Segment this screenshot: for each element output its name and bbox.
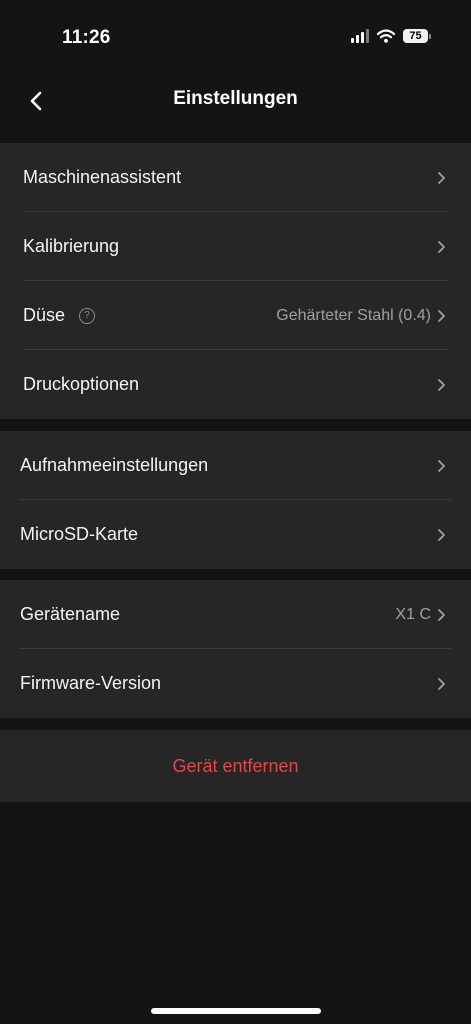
row-kalibrierung[interactable]: Kalibrierung bbox=[0, 212, 471, 281]
row-microsd-karte[interactable]: MicroSD-Karte bbox=[0, 500, 471, 569]
row-aufnahmeeinstellungen[interactable]: Aufnahmeeinstellungen bbox=[0, 431, 471, 500]
device-name-value: X1 C bbox=[395, 605, 431, 623]
remove-device-label: Gerät entfernen bbox=[172, 755, 299, 776]
settings-group-storage: Aufnahmeeinstellungen MicroSD-Karte bbox=[0, 431, 471, 569]
row-duese[interactable]: Düse ? Gehärteter Stahl (0.4) bbox=[0, 281, 471, 350]
chevron-right-icon bbox=[438, 310, 445, 322]
row-label: Düse bbox=[23, 305, 66, 325]
row-label: Kalibrierung bbox=[23, 236, 120, 256]
row-label: Druckoptionen bbox=[23, 374, 140, 394]
row-druckoptionen[interactable]: Druckoptionen bbox=[0, 350, 471, 419]
chevron-right-icon bbox=[438, 529, 445, 541]
battery-level: 75 bbox=[403, 29, 428, 43]
row-label: Firmware-Version bbox=[20, 673, 162, 693]
page-title: Einstellungen bbox=[173, 88, 298, 109]
battery-icon: 75 bbox=[403, 29, 431, 43]
nozzle-value: Gehärteter Stahl (0.4) bbox=[276, 306, 431, 324]
remove-device-button[interactable]: Gerät entfernen bbox=[0, 730, 471, 802]
wifi-icon bbox=[377, 29, 395, 43]
settings-group-machine: Maschinenassistent Kalibrierung Düse ? G… bbox=[0, 143, 471, 419]
home-indicator[interactable] bbox=[151, 1008, 321, 1014]
row-firmware-version[interactable]: Firmware-Version bbox=[0, 649, 471, 718]
settings-group-device: Gerätename X1 C Firmware-Version bbox=[0, 580, 471, 718]
cellular-signal-icon bbox=[351, 29, 369, 43]
status-time: 11:26 bbox=[62, 27, 111, 48]
row-maschinenassistent[interactable]: Maschinenassistent bbox=[0, 143, 471, 212]
help-icon[interactable]: ? bbox=[79, 307, 96, 324]
row-label: Gerätename bbox=[20, 604, 121, 624]
status-icons: 75 bbox=[351, 29, 431, 43]
navigation-bar: Einstellungen bbox=[0, 76, 471, 126]
row-label: Maschinenassistent bbox=[23, 167, 182, 187]
chevron-right-icon bbox=[438, 609, 445, 621]
status-bar: 11:26 75 bbox=[0, 0, 471, 76]
chevron-right-icon bbox=[438, 460, 445, 472]
chevron-right-icon bbox=[438, 241, 445, 253]
chevron-right-icon bbox=[438, 379, 445, 391]
chevron-right-icon bbox=[438, 172, 445, 184]
row-geraetename[interactable]: Gerätename X1 C bbox=[0, 580, 471, 649]
row-label: Aufnahmeeinstellungen bbox=[20, 455, 209, 475]
chevron-right-icon bbox=[438, 678, 445, 690]
row-label: MicroSD-Karte bbox=[20, 524, 139, 544]
